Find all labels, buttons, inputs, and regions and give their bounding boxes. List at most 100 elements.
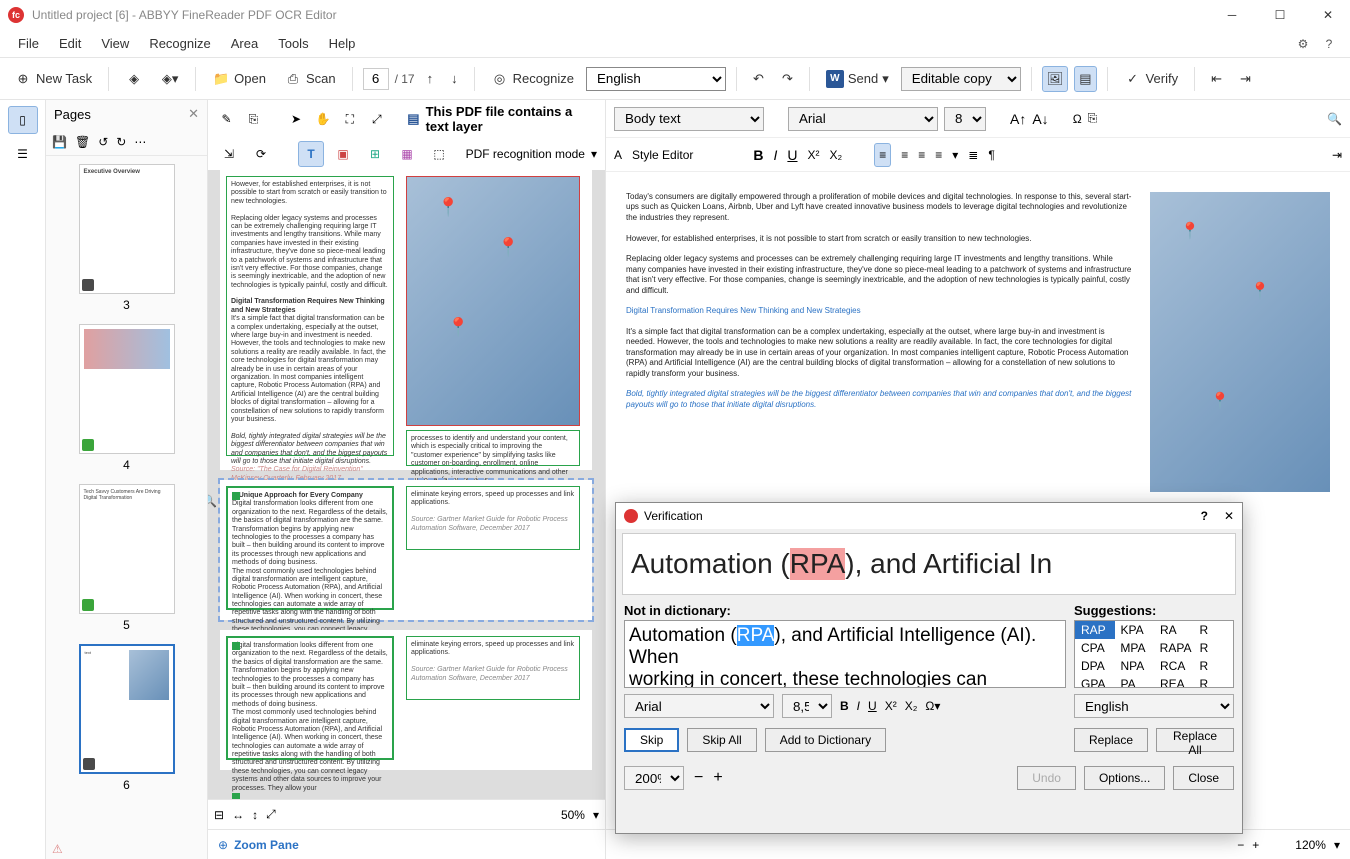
undo-button[interactable]: ↶ bbox=[747, 67, 770, 91]
zoom-out-button[interactable]: − bbox=[1237, 838, 1244, 852]
options-button[interactable]: Options... bbox=[1084, 766, 1165, 790]
text-region-tool[interactable]: T bbox=[298, 141, 324, 167]
bookmarks-tab[interactable]: ☰ bbox=[8, 140, 38, 168]
superscript-button[interactable]: X² bbox=[808, 148, 820, 162]
dialog-close-button[interactable]: ✕ bbox=[1224, 509, 1234, 523]
replace-button[interactable]: Replace bbox=[1074, 728, 1148, 752]
background-region-tool[interactable]: ⬚ bbox=[426, 141, 452, 167]
recognize-button[interactable]: ◎ Recognize bbox=[485, 66, 580, 92]
pages-tab[interactable]: ▯ bbox=[8, 106, 38, 134]
picture-region-tool[interactable]: ▣ bbox=[330, 141, 356, 167]
hand-icon[interactable]: ✋ bbox=[312, 106, 333, 132]
next-button[interactable]: ⇥ bbox=[1234, 67, 1257, 91]
help-icon[interactable]: ? bbox=[1316, 31, 1342, 57]
menu-file[interactable]: File bbox=[8, 32, 49, 55]
page-number-input[interactable] bbox=[363, 68, 389, 90]
italic-button[interactable]: I bbox=[774, 147, 778, 163]
thumbnail-6[interactable]: text bbox=[79, 644, 175, 774]
warning-icon[interactable]: ⚠ bbox=[52, 842, 63, 856]
verif-font-select[interactable]: Arial bbox=[624, 694, 774, 718]
barcode-region-tool[interactable]: ▦ bbox=[394, 141, 420, 167]
scan-button[interactable]: ⎙ Scan bbox=[278, 66, 342, 92]
bold-button[interactable]: B bbox=[753, 147, 763, 163]
indent-button[interactable]: ⇥ bbox=[1332, 148, 1342, 162]
tree-icon[interactable]: ⊟ bbox=[214, 808, 224, 822]
close-pages-button[interactable]: ✕ bbox=[188, 106, 199, 122]
image-mode-button[interactable]: 🖼 bbox=[1042, 66, 1069, 92]
edit-image-icon[interactable]: ✎ bbox=[216, 106, 237, 132]
skip-button[interactable]: Skip bbox=[624, 728, 679, 752]
style-editor-label[interactable]: Style Editor bbox=[632, 148, 693, 162]
language-select[interactable]: English bbox=[586, 67, 726, 91]
menu-tools[interactable]: Tools bbox=[268, 32, 318, 55]
bold-button[interactable]: B bbox=[840, 699, 849, 713]
new-task-button[interactable]: ⊕ New Task bbox=[8, 66, 98, 92]
symbol-button[interactable]: Ω▾ bbox=[925, 699, 940, 713]
chevron-down-icon[interactable]: ▾ bbox=[591, 147, 597, 161]
menu-help[interactable]: Help bbox=[319, 32, 366, 55]
minimize-button[interactable]: ─ bbox=[1218, 3, 1246, 27]
close-dialog-button[interactable]: Close bbox=[1173, 766, 1234, 790]
replace-all-button[interactable]: Replace All bbox=[1156, 728, 1234, 752]
verif-zoom-select[interactable]: 200% bbox=[624, 766, 684, 790]
settings-icon[interactable]: ⚙ bbox=[1290, 31, 1316, 57]
align-left-button[interactable]: ≡ bbox=[874, 143, 891, 167]
underline-button[interactable]: U bbox=[868, 699, 877, 713]
verif-lang-select[interactable]: English bbox=[1074, 694, 1234, 718]
chevron-down-icon[interactable]: ▾ bbox=[593, 808, 599, 822]
font-size-select[interactable]: 8,5 bbox=[944, 107, 986, 131]
arrow-ud-icon[interactable]: ↕ bbox=[252, 808, 258, 822]
open-button[interactable]: 📁 Open bbox=[206, 66, 272, 92]
magnifier-icon[interactable]: 🔍 bbox=[208, 494, 217, 508]
redo-button[interactable]: ↷ bbox=[776, 67, 799, 91]
text-mode-button[interactable]: ▤ bbox=[1074, 66, 1096, 92]
subscript-button[interactable]: X₂ bbox=[905, 699, 918, 713]
align-justify-button[interactable]: ≡ bbox=[935, 148, 942, 162]
align-center-button[interactable]: ≡ bbox=[901, 148, 908, 162]
menu-area[interactable]: Area bbox=[221, 32, 268, 55]
superscript-button[interactable]: X² bbox=[885, 699, 897, 713]
recognition-mode-label[interactable]: PDF recognition mode bbox=[466, 147, 585, 161]
rotate-left-icon[interactable]: ↺ bbox=[98, 135, 108, 149]
chevron-down-icon[interactable]: ▾ bbox=[952, 148, 958, 162]
more-icon[interactable]: ⋯ bbox=[134, 135, 146, 149]
suggestions-list[interactable]: RAP KPA RA R CPA MPA RAPA R DPA NPA RCA … bbox=[1074, 620, 1234, 688]
menu-recognize[interactable]: Recognize bbox=[139, 32, 220, 55]
add-dictionary-button[interactable]: Add to Dictionary bbox=[765, 728, 886, 752]
line-spacing-button[interactable]: ≣ bbox=[968, 148, 978, 162]
search-icon[interactable]: 🔍 bbox=[1327, 112, 1342, 126]
page-down-button[interactable]: ↓ bbox=[445, 67, 464, 90]
symbol-icon[interactable]: Ω bbox=[1073, 112, 1082, 126]
menu-edit[interactable]: Edit bbox=[49, 32, 91, 55]
prev-button[interactable]: ⇤ bbox=[1205, 67, 1228, 91]
verification-text-area[interactable]: Automation (RPA), and Artificial Intelli… bbox=[624, 620, 1066, 688]
mode-select[interactable]: Editable copy bbox=[901, 67, 1021, 91]
increase-font-icon[interactable]: A↑ bbox=[1010, 111, 1026, 127]
zoom-in-button[interactable]: + bbox=[713, 769, 722, 787]
copy-icon[interactable]: ⎘ bbox=[243, 106, 264, 132]
rotate-right-icon[interactable]: ↻ bbox=[116, 135, 126, 149]
thumbnail-5[interactable]: Tech Savvy Customers Are Driving Digital… bbox=[79, 484, 175, 614]
pointer-icon[interactable]: ➤ bbox=[286, 106, 307, 132]
decrease-font-icon[interactable]: A↓ bbox=[1032, 111, 1048, 127]
new-page-icon[interactable]: ⎘ bbox=[1088, 111, 1098, 126]
save-icon[interactable]: 💾 bbox=[52, 135, 67, 149]
thumbnail-4[interactable] bbox=[79, 324, 175, 454]
italic-button[interactable]: I bbox=[857, 699, 860, 713]
table-region-tool[interactable]: ⊞ bbox=[362, 141, 388, 167]
zoom-in-button[interactable]: + bbox=[1252, 838, 1259, 852]
arrow-lr-icon[interactable]: ↔ bbox=[232, 808, 244, 822]
pilcrow-button[interactable]: ¶ bbox=[988, 148, 994, 162]
verif-size-select[interactable]: 8,5 bbox=[782, 694, 832, 718]
underline-button[interactable]: U bbox=[787, 147, 797, 163]
paragraph-style-select[interactable]: Body text bbox=[614, 107, 764, 131]
verify-button[interactable]: ✓ Verify bbox=[1118, 66, 1185, 92]
dialog-help-button[interactable]: ? bbox=[1201, 509, 1208, 523]
close-button[interactable]: ✕ bbox=[1314, 3, 1342, 27]
menu-view[interactable]: View bbox=[91, 32, 139, 55]
layers-button[interactable]: ◈ bbox=[119, 66, 149, 92]
fullscreen-icon[interactable]: ⛶ bbox=[339, 106, 360, 132]
crop-icon[interactable]: ⟳ bbox=[248, 141, 274, 167]
export-icon[interactable]: ⇲ bbox=[216, 141, 242, 167]
align-right-button[interactable]: ≡ bbox=[918, 148, 925, 162]
